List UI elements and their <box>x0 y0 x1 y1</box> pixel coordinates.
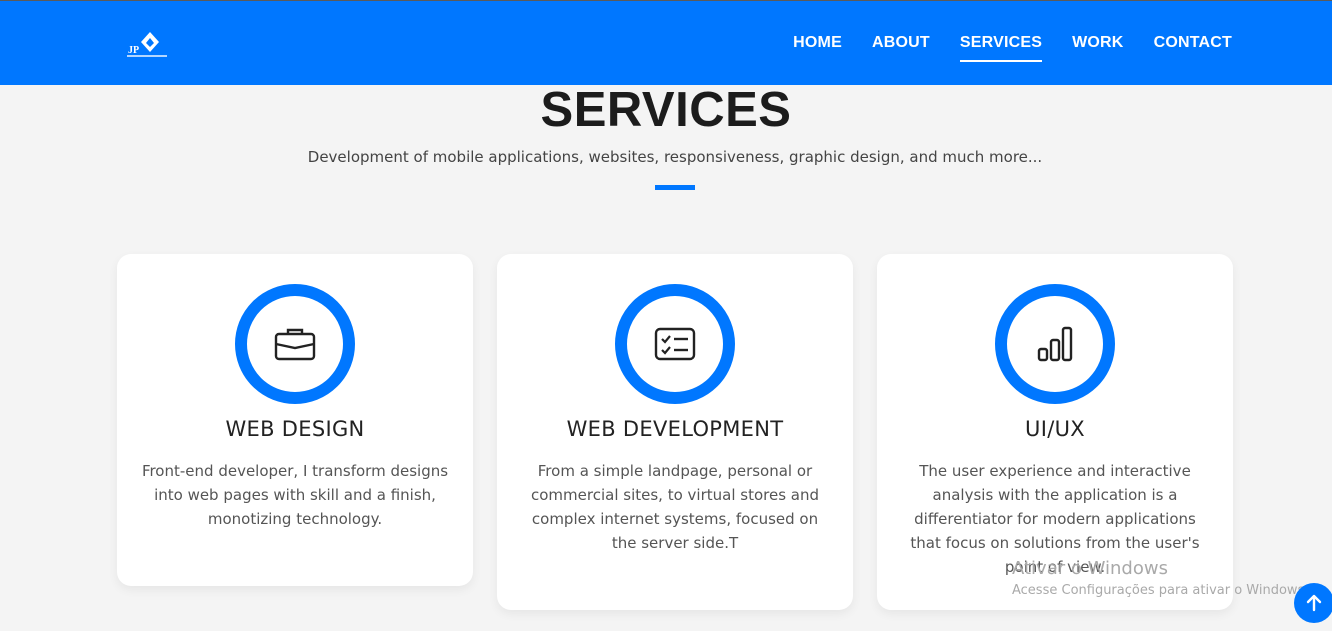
svg-text:JP: JP <box>128 45 139 56</box>
nav-link-services[interactable]: SERVICES <box>959 34 1043 62</box>
card-title: UI/UX <box>1025 417 1085 441</box>
card-text: From a simple landpage, personal or comm… <box>531 462 819 552</box>
logo[interactable]: JP <box>126 31 168 59</box>
service-card-web-development: WEB DEVELOPMENT From a simple landpage, … <box>497 254 853 610</box>
nav-link-work[interactable]: WORK <box>1072 34 1123 52</box>
scroll-to-top-button[interactable] <box>1294 583 1332 623</box>
service-card-web-design: WEB DESIGN Front-end developer, I transf… <box>117 254 473 586</box>
briefcase-icon <box>274 328 316 361</box>
title-underline-bar <box>655 185 695 190</box>
nav-link-contact[interactable]: CONTACT <box>1154 34 1232 52</box>
watermark-title: Ativar o Windows <box>1012 558 1168 579</box>
logo-icon: JP <box>127 32 167 57</box>
service-card-ui-ux: UI/UX The user experience and interactiv… <box>877 254 1233 610</box>
checklist-icon <box>654 327 696 361</box>
icon-ring <box>615 284 735 404</box>
windows-activation-watermark: Ativar o Windows Acesse Configurações pa… <box>1012 558 1308 598</box>
arrow-up-icon <box>1306 594 1322 612</box>
section-subtitle: Development of mobile applications, webs… <box>307 148 1043 166</box>
card-title: WEB DEVELOPMENT <box>566 417 784 441</box>
icon-ring <box>995 284 1115 404</box>
nav-links: HOME ABOUT SERVICES WORK CONTACT <box>793 34 1232 62</box>
bar-chart-icon <box>1037 326 1073 362</box>
navbar: JP HOME ABOUT SERVICES WORK CONTACT <box>0 0 1332 85</box>
card-text: Front-end developer, I transform designs… <box>141 462 449 528</box>
nav-link-about[interactable]: ABOUT <box>872 34 930 52</box>
watermark-subtitle: Acesse Configurações para ativar o Windo… <box>1012 583 1309 598</box>
card-title: WEB DESIGN <box>225 417 365 441</box>
icon-ring <box>235 284 355 404</box>
section-title: SERVICES <box>540 83 792 137</box>
nav-link-home[interactable]: HOME <box>793 34 842 52</box>
